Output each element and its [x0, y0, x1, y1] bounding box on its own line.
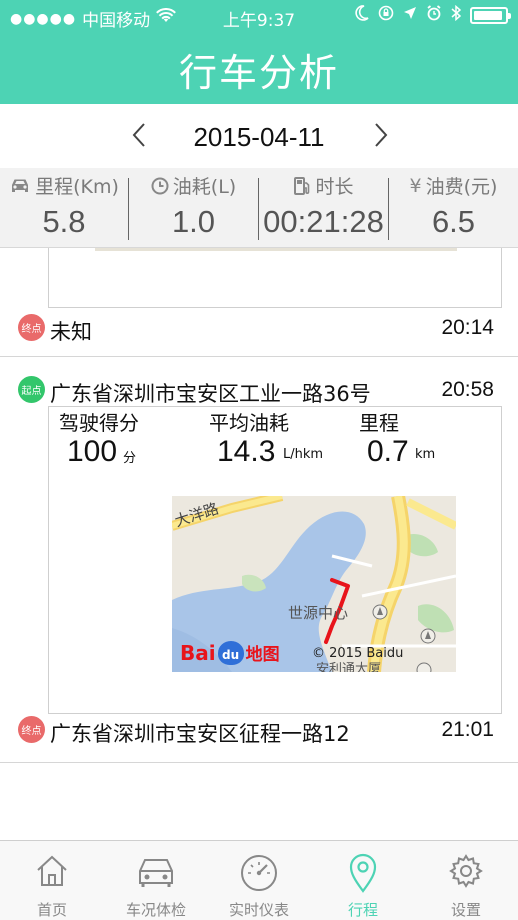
tab-label: 车况体检 [125, 901, 186, 919]
summary-label: 油耗(L) [172, 176, 237, 198]
tab-label: 首页 [36, 901, 67, 919]
map-copyright: © 2015 Baidu [312, 646, 404, 661]
score-label: 驾驶得分 [59, 411, 139, 435]
location-pin-icon [349, 853, 377, 893]
end-address: 未知 [50, 320, 92, 344]
map-poi-label: 世源中心 [288, 604, 349, 622]
tab-trips[interactable]: 行程 [311, 841, 415, 920]
score-value: 100 [67, 435, 118, 468]
date-navigator: 2015-04-11 [0, 104, 518, 168]
distance-unit: km [415, 447, 436, 462]
summary-fuel: 油耗(L) 1.0 [129, 168, 258, 248]
score-unit: 分 [123, 451, 137, 466]
summary-label: 油费(元) [425, 176, 498, 198]
summary-fuel-cost: ¥ 油费(元) 6.5 [389, 168, 518, 248]
trip-separator [0, 356, 518, 357]
moon-icon [355, 5, 369, 25]
car-icon [12, 179, 29, 192]
bluetooth-icon [451, 4, 462, 25]
clock-icon [151, 177, 169, 194]
page-title: 行车分析 [178, 51, 339, 95]
rotation-lock-icon [378, 5, 394, 25]
tab-settings[interactable]: 设置 [414, 841, 518, 920]
fuel-pump-icon [294, 176, 310, 195]
tab-label: 实时仪表 [228, 901, 289, 919]
yen-icon: ¥ [409, 174, 422, 197]
trip-separator [0, 762, 518, 763]
chevron-right-icon [375, 123, 388, 147]
top-bar: ●●●●● 中国移动 上午9:37 行车分析 [0, 0, 518, 104]
tab-live-gauge[interactable]: 实时仪表 [207, 841, 311, 920]
trip-card[interactable] [48, 248, 502, 308]
end-badge: 终点 [18, 716, 45, 743]
tab-label: 行程 [347, 901, 378, 919]
avg-fuel-value: 14.3 [217, 435, 276, 468]
summary-value: 6.5 [431, 204, 476, 239]
end-time: 20:14 [441, 316, 494, 339]
current-date: 2015-04-11 [193, 122, 325, 152]
location-arrow-icon [403, 6, 417, 24]
summary-label: 时长 [315, 176, 354, 198]
baidu-paw-icon: du [217, 640, 244, 665]
tab-vehicle-check[interactable]: 车况体检 [104, 841, 208, 920]
baidu-map-logo: Bai du 地图 [180, 640, 280, 665]
baidu-map-text: 地图 [245, 645, 280, 665]
tab-label: 设置 [450, 901, 481, 919]
map-thumbnail-fragment [95, 248, 457, 251]
route-map[interactable]: 大洋路 世源中心 安利通大厦 © 2015 Baidu Bai du 地图 [172, 496, 456, 672]
tab-home[interactable]: 首页 [0, 841, 104, 920]
start-address: 广东省深圳市宝安区工业一路36号 [50, 382, 371, 406]
settings-gear-icon [449, 854, 483, 888]
bottom-tab-bar: 首页 车况体检 实时仪表 行程 设置 [0, 840, 518, 920]
summary-value: 5.8 [42, 204, 86, 239]
trip-end-row: 终点 广东省深圳市宝安区征程一路12 21:01 [0, 714, 518, 748]
distance-label: 里程 [359, 411, 399, 435]
end-time: 21:01 [441, 718, 494, 741]
home-icon [37, 855, 67, 886]
start-badge: 起点 [18, 376, 45, 403]
status-bar: ●●●●● 中国移动 上午9:37 [0, 0, 518, 34]
start-time: 20:58 [441, 378, 494, 401]
summary-duration: 时长 00:21:28 [259, 168, 388, 248]
speedometer-icon [241, 855, 277, 891]
battery-icon [470, 6, 511, 24]
summary-mileage: 里程(Km) 5.8 [0, 168, 128, 248]
end-badge: 终点 [18, 314, 45, 341]
summary-label: 里程(Km) [35, 176, 119, 198]
distance-value: 0.7 [367, 435, 409, 468]
next-day-button[interactable] [366, 118, 396, 152]
car-check-icon [139, 859, 173, 887]
trip-end-row: 终点 未知 20:14 [0, 312, 518, 346]
summary-value: 00:21:28 [263, 204, 384, 239]
baidu-logo-text: Bai [180, 640, 216, 665]
end-address: 广东省深圳市宝安区征程一路12 [50, 722, 350, 746]
alarm-icon [426, 5, 442, 25]
trip-list[interactable]: 终点 未知 20:14 起点 广东省深圳市宝安区工业一路36号 20:58 驾驶… [0, 248, 518, 840]
avg-fuel-unit: L/hkm [283, 447, 324, 462]
daily-summary-bar: 里程(Km) 5.8 油耗(L) 1.0 时长 00:21:28 ¥ 油费(元)… [0, 168, 518, 248]
summary-value: 1.0 [171, 204, 216, 239]
avg-fuel-label: 平均油耗 [209, 411, 289, 435]
trip-start-row: 起点 广东省深圳市宝安区工业一路36号 20:58 [0, 374, 518, 408]
